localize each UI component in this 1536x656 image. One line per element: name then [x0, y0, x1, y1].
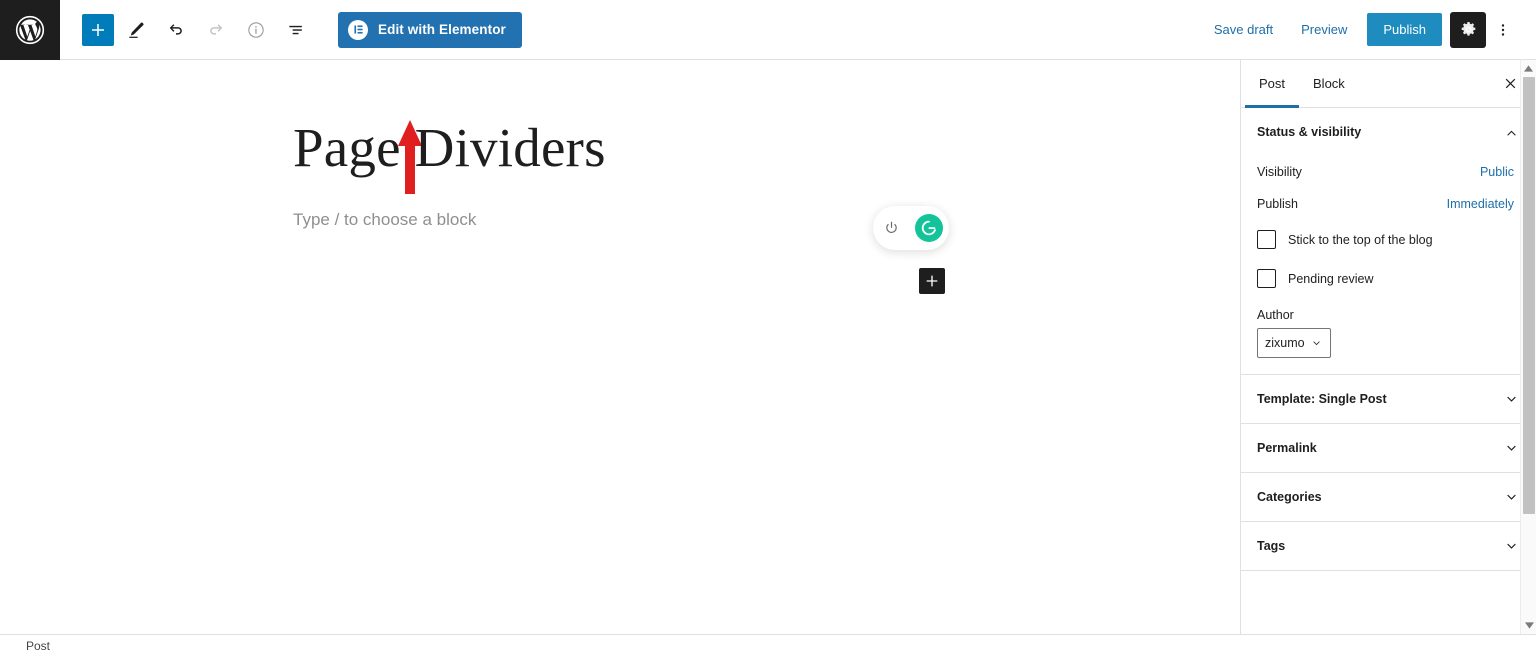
- plus-icon: [92, 23, 104, 36]
- template-panel: Template: Single Post: [1241, 375, 1536, 424]
- pencil-icon: [129, 22, 144, 38]
- permalink-panel-title: Permalink: [1257, 441, 1317, 455]
- status-visibility-panel: Status & visibility Visibility Public Pu…: [1241, 108, 1536, 375]
- permalink-panel-header[interactable]: Permalink: [1241, 424, 1536, 472]
- breadcrumb[interactable]: Post: [26, 639, 50, 653]
- wordpress-logo-button[interactable]: [0, 0, 60, 60]
- categories-panel: Categories: [1241, 473, 1536, 522]
- kebab-menu-icon: [1501, 23, 1505, 36]
- edit-with-elementor-label: Edit with Elementor: [378, 22, 506, 37]
- wordpress-logo-icon: [15, 15, 45, 44]
- pending-review-label: Pending review: [1288, 271, 1374, 286]
- redo-icon: [210, 23, 223, 35]
- publish-button[interactable]: Publish: [1367, 13, 1442, 46]
- chevron-down-icon: [1507, 396, 1516, 402]
- grammarly-widget[interactable]: [873, 206, 949, 250]
- gear-icon: [1461, 21, 1475, 36]
- categories-panel-header[interactable]: Categories: [1241, 473, 1536, 521]
- block-inserter-button[interactable]: [919, 268, 945, 294]
- edit-with-elementor-button[interactable]: Edit with Elementor: [338, 11, 522, 48]
- categories-panel-title: Categories: [1257, 490, 1322, 504]
- tab-block[interactable]: Block: [1299, 60, 1359, 107]
- tools-button[interactable]: [118, 12, 154, 48]
- sticky-post-checkbox[interactable]: [1257, 230, 1276, 249]
- post-title[interactable]: Page Dividers: [293, 117, 606, 179]
- grammarly-g-icon[interactable]: [915, 214, 943, 242]
- tags-panel-header[interactable]: Tags: [1241, 522, 1536, 570]
- redo-button[interactable]: [198, 12, 234, 48]
- chevron-down-icon: [1313, 340, 1320, 345]
- details-button[interactable]: [238, 12, 274, 48]
- tab-post[interactable]: Post: [1245, 60, 1300, 108]
- list-view-icon: [289, 25, 302, 34]
- pending-review-checkbox[interactable]: [1257, 269, 1276, 288]
- publish-row: Publish Immediately: [1257, 188, 1520, 220]
- pending-review-row: Pending review: [1257, 259, 1520, 298]
- save-draft-button[interactable]: Save draft: [1200, 14, 1287, 45]
- editor-canvas[interactable]: Page Dividers Type / to choose a block: [0, 60, 1240, 634]
- editor-bottom-bar: Post: [0, 634, 1536, 656]
- block-placeholder-text[interactable]: Type / to choose a block: [293, 210, 476, 230]
- chevron-down-icon: [1507, 445, 1516, 451]
- status-visibility-body: Visibility Public Publish Immediately St…: [1241, 156, 1536, 374]
- author-value: zixumo: [1265, 336, 1305, 350]
- visibility-value-button[interactable]: Public: [1474, 163, 1520, 181]
- sticky-post-row: Stick to the top of the blog: [1257, 220, 1520, 259]
- publish-label: Publish: [1257, 197, 1298, 211]
- close-icon: [1505, 78, 1515, 89]
- sidebar-tabs: Post Block: [1241, 60, 1536, 108]
- publish-value-button[interactable]: Immediately: [1441, 195, 1520, 213]
- elementor-logo-icon: [348, 19, 368, 40]
- author-select[interactable]: zixumo: [1257, 328, 1331, 358]
- undo-icon: [169, 23, 182, 35]
- plus-icon: [926, 275, 938, 287]
- settings-button[interactable]: [1450, 11, 1486, 48]
- scroll-down-arrow-icon[interactable]: [1521, 617, 1536, 634]
- visibility-label: Visibility: [1257, 165, 1302, 179]
- list-view-button[interactable]: [278, 12, 314, 48]
- visibility-row: Visibility Public: [1257, 156, 1520, 188]
- template-panel-header[interactable]: Template: Single Post: [1241, 375, 1536, 423]
- chevron-up-icon: [1507, 130, 1516, 136]
- permalink-panel: Permalink: [1241, 424, 1536, 473]
- preview-button[interactable]: Preview: [1287, 14, 1361, 45]
- status-visibility-title: Status & visibility: [1257, 125, 1362, 139]
- undo-button[interactable]: [158, 12, 194, 48]
- sidebar-scrollbar[interactable]: [1520, 60, 1536, 634]
- toolbar-right-group: Save draft Preview Publish: [1200, 11, 1536, 48]
- status-visibility-header[interactable]: Status & visibility: [1241, 108, 1536, 156]
- more-options-button[interactable]: [1486, 12, 1520, 48]
- chevron-down-icon: [1507, 494, 1516, 500]
- scrollbar-thumb[interactable]: [1523, 77, 1535, 514]
- add-block-button[interactable]: [82, 13, 114, 46]
- info-icon: [248, 21, 264, 38]
- scroll-up-arrow-icon[interactable]: [1521, 60, 1536, 77]
- wordpress-block-editor: Edit with Elementor Save draft Preview P…: [0, 0, 1536, 656]
- power-icon[interactable]: [883, 220, 900, 237]
- toolbar-left-group: Edit with Elementor: [60, 11, 522, 48]
- tags-panel-title: Tags: [1257, 539, 1286, 553]
- post-settings-sidebar: Post Block Status & visibility Visibilit…: [1240, 60, 1536, 634]
- author-label: Author: [1257, 308, 1294, 322]
- chevron-down-icon: [1507, 543, 1516, 549]
- editor-toolbar: Edit with Elementor Save draft Preview P…: [0, 0, 1536, 60]
- tags-panel: Tags: [1241, 522, 1536, 571]
- template-panel-title: Template: Single Post: [1257, 392, 1387, 406]
- sticky-post-label: Stick to the top of the blog: [1288, 232, 1433, 247]
